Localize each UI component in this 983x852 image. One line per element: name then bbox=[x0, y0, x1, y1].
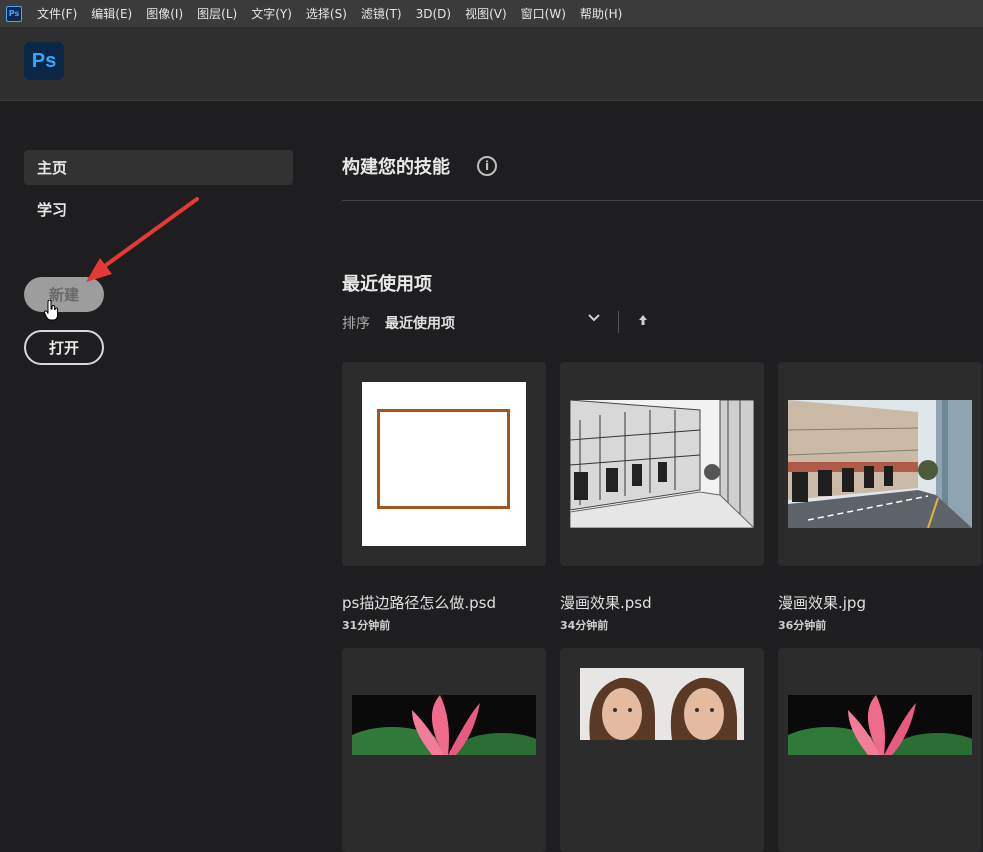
menu-edit[interactable]: 编辑(E) bbox=[84, 5, 139, 22]
recent-title: 最近使用项 bbox=[342, 274, 432, 295]
menu-select[interactable]: 选择(S) bbox=[299, 5, 354, 22]
file-time: 34分钟前 bbox=[560, 619, 609, 632]
skills-title: 构建您的技能 bbox=[342, 157, 450, 178]
menu-image[interactable]: 图像(I) bbox=[139, 5, 190, 22]
sort-dropdown[interactable]: 最近使用项 bbox=[385, 313, 455, 333]
file-thumbnail bbox=[570, 400, 754, 528]
file-name[interactable]: 漫画效果.psd bbox=[560, 592, 652, 613]
recent-file-card[interactable] bbox=[778, 648, 982, 852]
menu-type[interactable]: 文字(Y) bbox=[244, 5, 299, 22]
menu-filter[interactable]: 滤镜(T) bbox=[354, 5, 409, 22]
file-thumbnail bbox=[580, 668, 744, 740]
chevron-down-icon[interactable] bbox=[587, 311, 601, 329]
recent-file-card[interactable] bbox=[560, 648, 764, 852]
menu-file[interactable]: 文件(F) bbox=[30, 5, 84, 22]
info-icon[interactable]: i bbox=[477, 156, 497, 176]
file-time: 31分钟前 bbox=[342, 619, 391, 632]
menu-layer[interactable]: 图层(L) bbox=[190, 5, 244, 22]
recent-file-card[interactable] bbox=[342, 648, 546, 852]
sidebar-item-learn[interactable]: 学习 bbox=[24, 192, 293, 227]
file-name[interactable]: ps描边路径怎么做.psd bbox=[342, 592, 496, 613]
ps-app-icon[interactable]: Ps bbox=[6, 5, 22, 22]
menu-3d[interactable]: 3D(D) bbox=[409, 7, 458, 21]
menu-bar: Ps 文件(F) 编辑(E) 图像(I) 图层(L) 文字(Y) 选择(S) 滤… bbox=[0, 0, 983, 27]
home-header: Ps bbox=[0, 27, 983, 101]
recent-file-card[interactable] bbox=[560, 362, 764, 566]
sort-direction-icon[interactable] bbox=[637, 313, 649, 330]
sort-label: 排序 bbox=[342, 316, 370, 332]
new-button[interactable]: 新建 bbox=[24, 277, 104, 312]
file-thumbnail bbox=[788, 695, 972, 755]
photoshop-logo: Ps bbox=[24, 42, 64, 80]
file-name[interactable]: 漫画效果.jpg bbox=[778, 592, 866, 613]
file-time: 36分钟前 bbox=[778, 619, 827, 632]
open-button[interactable]: 打开 bbox=[24, 330, 104, 365]
menu-help[interactable]: 帮助(H) bbox=[573, 5, 629, 22]
sidebar-item-home[interactable]: 主页 bbox=[24, 150, 293, 185]
file-thumbnail bbox=[788, 400, 972, 528]
recent-file-card[interactable] bbox=[778, 362, 982, 566]
file-thumbnail bbox=[362, 382, 526, 546]
menu-view[interactable]: 视图(V) bbox=[458, 5, 514, 22]
recent-file-card[interactable] bbox=[342, 362, 546, 566]
hand-cursor-icon bbox=[44, 300, 59, 321]
sort-separator bbox=[618, 311, 619, 333]
menu-window[interactable]: 窗口(W) bbox=[514, 5, 573, 22]
section-divider bbox=[342, 200, 983, 201]
file-thumbnail bbox=[352, 695, 536, 755]
